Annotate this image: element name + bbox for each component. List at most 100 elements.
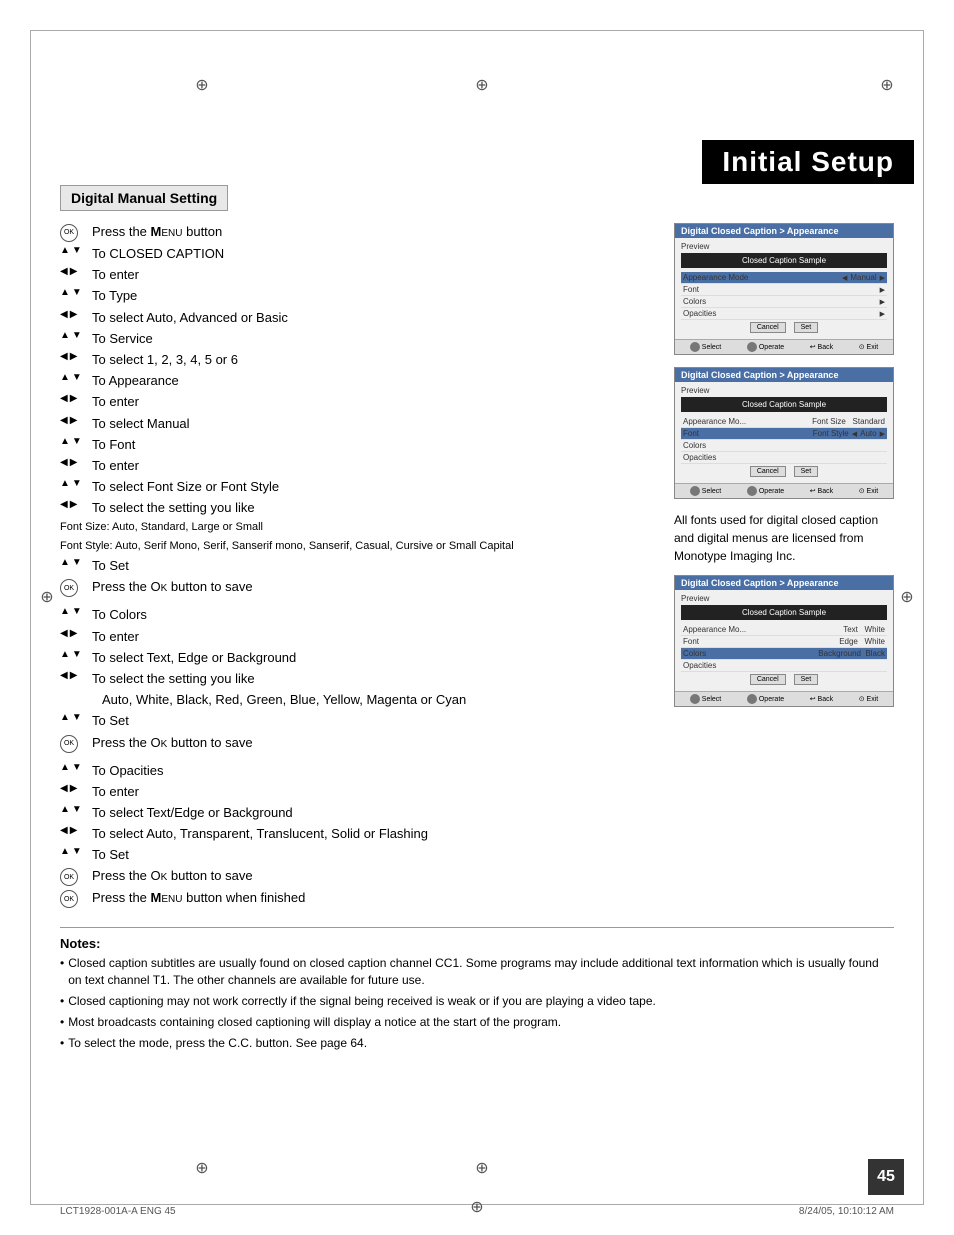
leftright-arrows: ◀▶	[60, 457, 92, 468]
up-arrow: ▲	[60, 246, 70, 256]
left-arrow: ◀	[60, 267, 68, 277]
screen-footer-2: Select Operate ↩ Back ⊙ Exit	[675, 483, 893, 498]
ok-button-icon: OK	[60, 735, 78, 753]
operate-btn: Operate	[747, 486, 784, 496]
instruction-row: ◀▶ To select Manual	[60, 415, 654, 433]
instruction-row: ◀▶ To select 1, 2, 3, 4, 5 or 6	[60, 351, 654, 369]
crosshair-top-right: ⊕	[880, 78, 894, 92]
operate-btn: Operate	[747, 694, 784, 704]
updown-arrows: ▲ ▼	[60, 245, 92, 256]
instruction-text: To select the setting you like	[92, 499, 654, 517]
note-text: To select the mode, press the C.C. butto…	[68, 1035, 367, 1052]
screen-row: Font Font Style ◀ Auto ▶	[681, 428, 887, 440]
right-column: Digital Closed Caption > Appearance Prev…	[674, 223, 894, 911]
page-border-right	[923, 30, 924, 1205]
cancel-set-row: Cancel Set	[681, 672, 887, 687]
note-item: • Closed caption subtitles are usually f…	[60, 955, 894, 989]
leftright-arrows: ◀▶	[60, 499, 92, 510]
cancel-button: Cancel	[750, 674, 786, 685]
instruction-row: ▲▼ To Appearance	[60, 372, 654, 390]
ok-button-icon: OK	[60, 579, 78, 597]
updown-arrows: ▲▼	[60, 762, 92, 773]
notes-section: Notes: • Closed caption subtitles are us…	[60, 927, 894, 1051]
instruction-text: To Font	[92, 436, 654, 454]
right-arrow: ▶	[70, 267, 78, 277]
instruction-row: ▲▼ To Type	[60, 287, 654, 305]
screen-header-3: Digital Closed Caption > Appearance	[675, 576, 893, 590]
preview-box-2: Closed Caption Sample	[681, 397, 887, 412]
updown-arrows: ▲▼	[60, 557, 92, 568]
crosshair-top: ⊕	[195, 78, 209, 92]
screen-row: Opacities	[681, 452, 887, 464]
select-btn: Select	[690, 342, 721, 352]
instruction-row: ◀▶ To select the setting you like	[60, 499, 654, 517]
instruction-row: ▲▼ To Service	[60, 330, 654, 348]
set-button: Set	[794, 466, 819, 477]
updown-arrows: ▲▼	[60, 804, 92, 815]
instruction-text: To CLOSED CAPTION	[92, 245, 654, 263]
ok-button-icon: OK	[60, 890, 78, 908]
note-item: • Closed captioning may not work correct…	[60, 993, 894, 1010]
instruction-row: ▲ ▼ To CLOSED CAPTION	[60, 245, 654, 263]
instruction-row: ▲▼ To Font	[60, 436, 654, 454]
instruction-row: OK Press the MENU button when finished	[60, 889, 654, 908]
instruction-row: OK Press the MENU button	[60, 223, 654, 242]
leftright-arrows: ◀▶	[60, 393, 92, 404]
instruction-row: OK Press the OK button to save	[60, 578, 654, 597]
set-button: Set	[794, 674, 819, 685]
ok-icon-wrap: OK	[60, 734, 92, 753]
instruction-row: ◀▶ To enter	[60, 783, 654, 801]
screen-row: Appearance Mo... Font Size Standard	[681, 416, 887, 428]
updown-arrows: ▲▼	[60, 330, 92, 341]
bullet: •	[60, 955, 64, 972]
screen-body-2: Preview Closed Caption Sample Appearance…	[675, 382, 893, 483]
preview-box-1: Closed Caption Sample	[681, 253, 887, 268]
updown-arrows: ▲▼	[60, 287, 92, 298]
instruction-text: To Colors	[92, 606, 654, 624]
updown-arrows: ▲▼	[60, 372, 92, 383]
screen-row: Font Edge White	[681, 636, 887, 648]
note-text: Closed caption subtitles are usually fou…	[68, 955, 894, 989]
instruction-row: ▲▼ To Colors	[60, 606, 654, 624]
main-content: Digital Manual Setting OK Press the MENU…	[60, 185, 894, 1175]
screen-row: Appearance Mode ◀ Manual ▶	[681, 272, 887, 284]
leftright-arrows: ◀▶	[60, 628, 92, 639]
bullet: •	[60, 1014, 64, 1031]
instruction-row: ◀▶ To enter	[60, 393, 654, 411]
instruction-text: To enter	[92, 457, 654, 475]
updown-arrows: ▲▼	[60, 436, 92, 447]
side-note-text: All fonts used for digital closed captio…	[674, 511, 894, 565]
cancel-button: Cancel	[750, 466, 786, 477]
back-btn: ↩ Back	[810, 694, 833, 704]
leftright-arrows: ◀▶	[60, 825, 92, 836]
section-heading: Digital Manual Setting	[60, 185, 228, 211]
instruction-text: To select Text, Edge or Background	[92, 649, 654, 667]
exit-btn: ⊙ Exit	[859, 342, 878, 352]
updown-arrows: ▲▼	[60, 649, 92, 660]
instruction-row: ▲▼ To Opacities	[60, 762, 654, 780]
instruction-row: ▲▼ To select Font Size or Font Style	[60, 478, 654, 496]
instruction-text: To select Auto, Transparent, Translucent…	[92, 825, 654, 843]
note-text: Closed captioning may not work correctly…	[68, 993, 656, 1010]
instruction-row: OK Press the OK button to save	[60, 734, 654, 753]
instruction-text: To enter	[92, 628, 654, 646]
instruction-text: Press the OK button to save	[92, 734, 654, 752]
instruction-text: To Set	[92, 712, 654, 730]
screen-row: Opacities ▶	[681, 308, 887, 320]
operate-btn: Operate	[747, 342, 784, 352]
ok-icon-wrap: OK	[60, 867, 92, 886]
select-btn: Select	[690, 486, 721, 496]
two-column-layout: OK Press the MENU button ▲ ▼ To CLOSED C…	[60, 223, 894, 911]
ok-icon-wrap: OK	[60, 889, 92, 908]
leftright-arrows: ◀▶	[60, 351, 92, 362]
font-size-note: Font Size: Auto, Standard, Large or Smal…	[60, 520, 654, 535]
instruction-text: To select Text/Edge or Background	[92, 804, 654, 822]
down-arrow: ▼	[72, 246, 82, 256]
crosshair-top-center: ⊕	[475, 78, 489, 92]
instruction-row: ◀▶ To select Auto, Transparent, Transluc…	[60, 825, 654, 843]
footer-center-crosshair: ⊕	[470, 1197, 483, 1217]
screen-footer-1: Select Operate ↩ Back ⊙ Exit	[675, 339, 893, 354]
instruction-row: ▲▼ To Set	[60, 712, 654, 730]
instruction-row: OK Press the OK button to save	[60, 867, 654, 886]
screen-mockup-1: Digital Closed Caption > Appearance Prev…	[674, 223, 894, 355]
